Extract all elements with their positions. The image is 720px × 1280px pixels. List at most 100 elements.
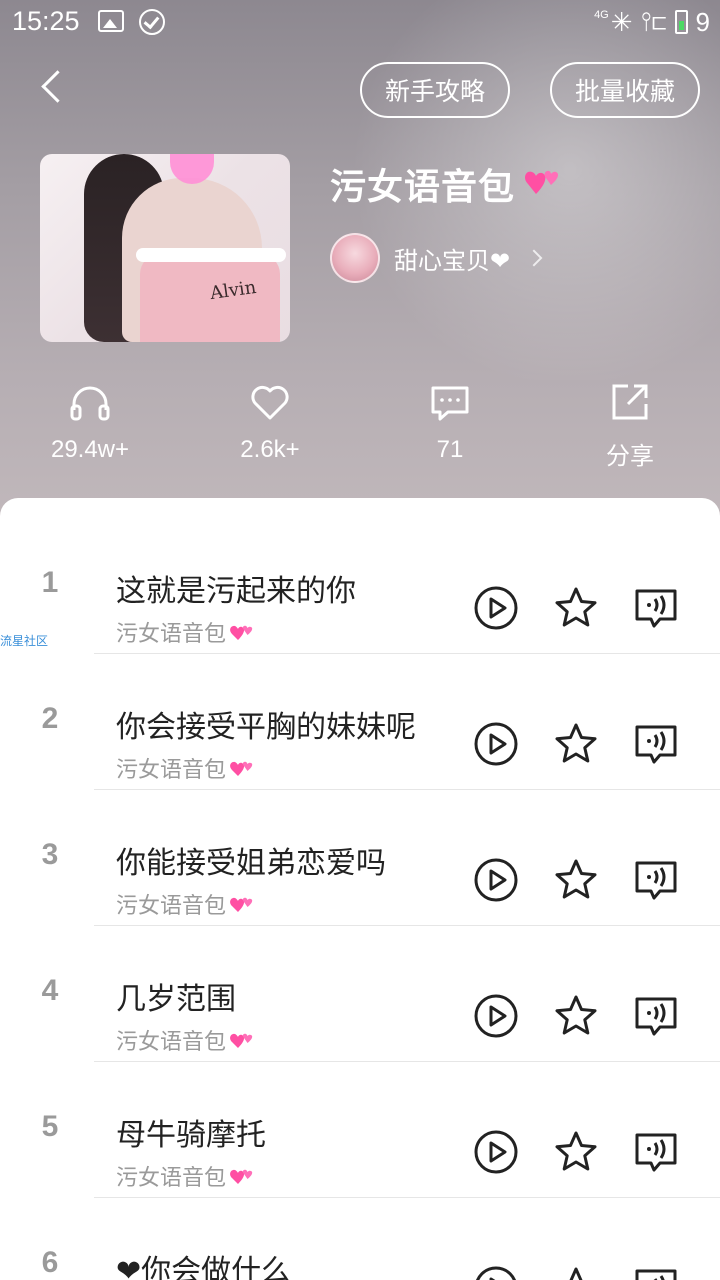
voice-message-icon: [635, 589, 677, 628]
send-voice-button[interactable]: [632, 1128, 680, 1176]
send-voice-button[interactable]: [632, 584, 680, 632]
heart-icon: [230, 897, 253, 912]
track-row[interactable]: 1 这就是污起来的你 污女语音包: [0, 518, 720, 654]
voice-message-icon: [635, 1133, 677, 1172]
track-number: 3: [41, 838, 59, 871]
like-value: 2.6k+: [240, 436, 300, 463]
listen-value: 29.4w+: [50, 436, 130, 463]
author-avatar: [330, 233, 380, 283]
play-icon: [474, 722, 518, 766]
track-title: ❤你会做什么: [116, 1254, 292, 1280]
listen-count: 29.4w+: [0, 380, 180, 480]
heart-outline-icon: [251, 385, 289, 420]
send-voice-button[interactable]: [632, 992, 680, 1040]
author-link[interactable]: 甜心宝贝❤: [330, 232, 543, 284]
play-icon: [476, 1266, 516, 1280]
check-circle-icon: [139, 9, 165, 35]
track-subtitle: 污女语音包: [116, 616, 254, 648]
track-number: 2: [41, 702, 59, 735]
comment-icon: [431, 386, 469, 421]
status-bar: 15:25 4G ✳ ⫯⊏ 9: [0, 0, 720, 44]
track-number: 4: [41, 974, 59, 1007]
headphones-icon: [70, 386, 110, 421]
status-right: 4G ✳ ⫯⊏ 9: [594, 6, 710, 38]
star-icon: [555, 587, 597, 627]
track-subtitle: 污女语音包: [116, 752, 254, 784]
track-title: 这就是污起来的你: [116, 574, 356, 609]
play-icon: [474, 1130, 518, 1174]
favorite-button[interactable]: [552, 856, 600, 904]
track-subtitle-text: 污女语音包: [116, 1166, 227, 1191]
favorite-button[interactable]: [552, 1128, 600, 1176]
play-button[interactable]: [472, 1128, 520, 1176]
play-button[interactable]: [472, 992, 520, 1040]
play-button[interactable]: [472, 1264, 520, 1280]
play-button[interactable]: [472, 720, 520, 768]
track-subtitle: 污女语音包: [116, 1160, 254, 1192]
track-number: 1: [41, 566, 59, 599]
back-button[interactable]: [34, 66, 78, 110]
network-type: 4G: [594, 9, 609, 21]
star-icon: [555, 723, 597, 763]
track-subtitle: 污女语音包: [116, 888, 254, 920]
track-title: 几岁范围: [116, 982, 236, 1017]
star-icon: [555, 859, 597, 899]
play-button[interactable]: [472, 856, 520, 904]
track-subtitle-text: 污女语音包: [116, 622, 227, 647]
favorite-button[interactable]: [552, 992, 600, 1040]
track-row[interactable]: 3 你能接受姐弟恋爱吗 污女语音包: [0, 790, 720, 926]
track-title: 你能接受姐弟恋爱吗: [116, 846, 386, 881]
heart-icon: [525, 170, 559, 194]
play-icon: [474, 858, 518, 902]
track-row[interactable]: 4 几岁范围 污女语音包: [0, 926, 720, 1062]
status-time: 15:25: [12, 6, 80, 36]
star-icon: [555, 1131, 597, 1171]
like-button[interactable]: 2.6k+: [180, 380, 360, 480]
favorite-button[interactable]: [552, 584, 600, 632]
track-subtitle-text: 污女语音包: [116, 758, 227, 783]
pack-title: 污女语音包: [330, 167, 516, 208]
antenna-icon: ⫯⊏: [640, 6, 667, 36]
heart-icon: [230, 1169, 253, 1184]
battery-icon: [674, 10, 688, 34]
voice-message-icon: [635, 861, 677, 900]
play-button[interactable]: [472, 584, 520, 632]
track-subtitle-text: 污女语音包: [116, 1030, 227, 1055]
signal-icon: ✳: [610, 6, 633, 37]
track-subtitle: 污女语音包: [116, 1024, 254, 1056]
send-voice-button[interactable]: [632, 1264, 680, 1280]
battery-level: 9: [695, 6, 710, 37]
share-icon: [612, 384, 648, 420]
author-name: 甜心宝贝❤: [394, 246, 511, 275]
send-voice-button[interactable]: [632, 720, 680, 768]
track-number: 5: [41, 1110, 59, 1143]
track-subtitle-text: 污女语音包: [116, 894, 227, 919]
star-icon: [569, 1267, 583, 1280]
voice-message-icon: [635, 997, 677, 1036]
voice-message-icon: [635, 1269, 677, 1280]
heart-icon: [230, 625, 253, 640]
guide-button[interactable]: 新手攻略: [360, 62, 510, 118]
batch-collect-button[interactable]: 批量收藏: [550, 62, 700, 118]
heart-icon: [230, 1033, 253, 1048]
favorite-button[interactable]: [552, 720, 600, 768]
voice-message-icon: [635, 725, 677, 764]
comment-value: 71: [436, 436, 464, 463]
chevron-right-icon: [525, 249, 543, 267]
cover-image: Alvin: [40, 154, 290, 342]
track-row[interactable]: 2 你会接受平胸的妹妹呢 污女语音包: [0, 654, 720, 790]
track-number: 6: [41, 1246, 59, 1279]
favorite-button[interactable]: [552, 1264, 600, 1280]
share-button[interactable]: 分享: [540, 380, 720, 480]
star-icon: [555, 995, 597, 1035]
play-icon: [474, 994, 518, 1038]
comment-button[interactable]: 71: [360, 380, 540, 480]
track-row[interactable]: 6 ❤你会做什么: [0, 1198, 720, 1280]
heart-icon: [230, 761, 253, 776]
track-row[interactable]: 5 母牛骑摩托 污女语音包: [0, 1062, 720, 1198]
image-icon: [98, 10, 124, 32]
cover-fur-trim: [136, 248, 286, 262]
track-title: 你会接受平胸的妹妹呢: [116, 710, 416, 745]
share-label: 分享: [606, 443, 654, 470]
send-voice-button[interactable]: [632, 856, 680, 904]
